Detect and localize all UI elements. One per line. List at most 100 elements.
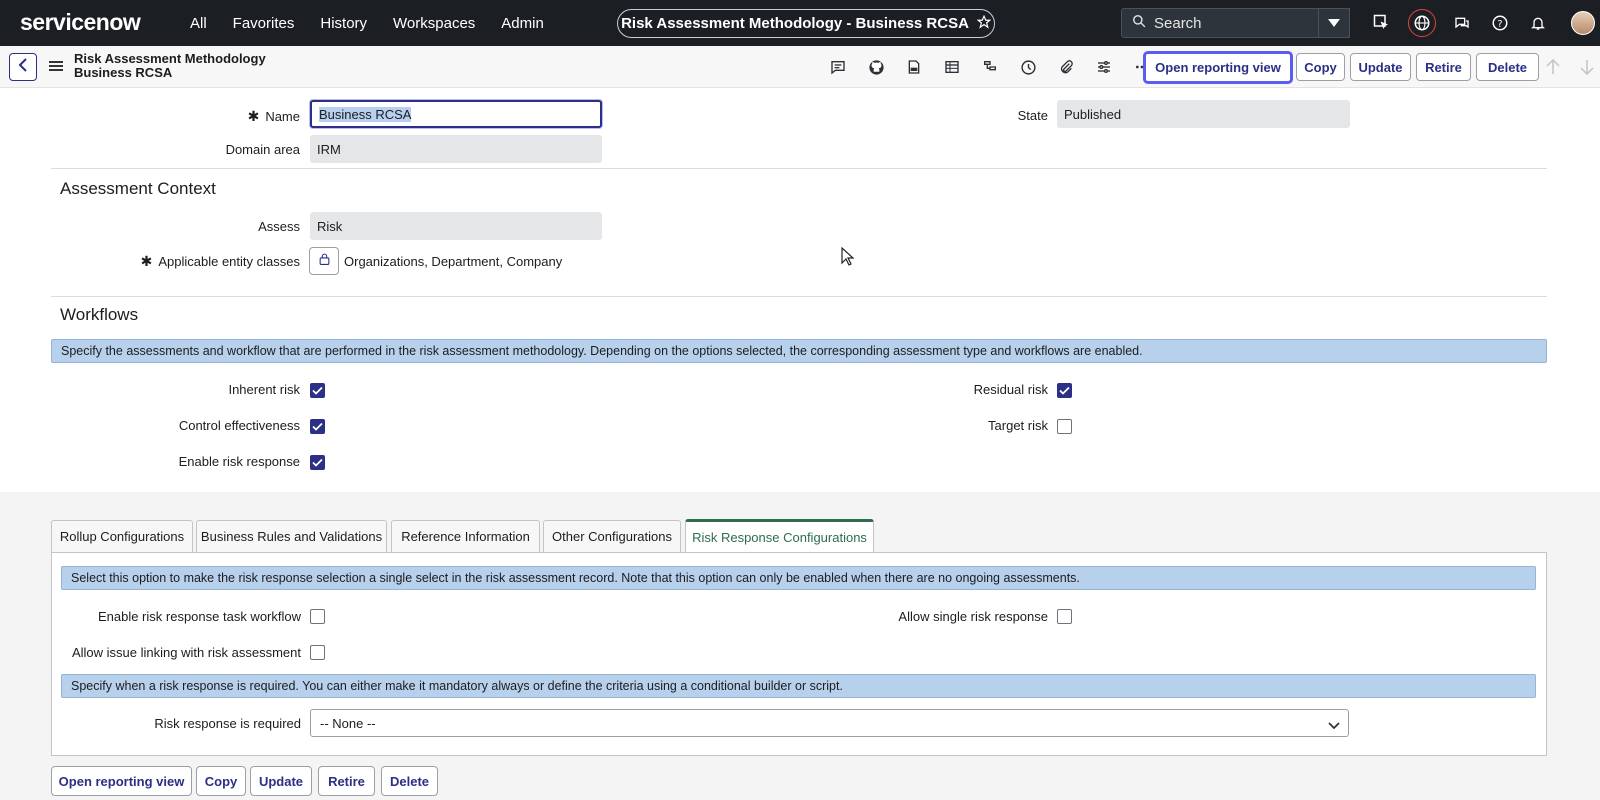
- risk-response-info-message: Select this option to make the risk resp…: [61, 566, 1536, 590]
- nav-links: All Favorites History Workspaces Admin: [190, 0, 544, 46]
- workflows-info-message: Specify the assessments and workflow tha…: [51, 339, 1547, 363]
- form-title: Risk Assessment Methodology Business RCS…: [74, 52, 266, 80]
- bottom-update-button[interactable]: Update: [250, 766, 312, 796]
- hamburger-menu-icon[interactable]: [49, 59, 63, 73]
- update-button[interactable]: Update: [1350, 53, 1411, 81]
- form-toolbar-icons: [826, 46, 1154, 88]
- name-label: ✱ Name: [247, 108, 300, 124]
- state-label: State: [1017, 108, 1048, 123]
- enable-risk-response-checkbox[interactable]: [310, 455, 325, 470]
- arrow-down-icon[interactable]: [1580, 59, 1596, 76]
- chevron-left-icon: [18, 57, 28, 77]
- inherent-risk-label: Inherent risk: [228, 382, 300, 397]
- chevron-down-icon: [1328, 718, 1340, 733]
- search-placeholder: Search: [1154, 14, 1202, 32]
- residual-risk-label: Residual risk: [973, 382, 1048, 397]
- risk-response-required-label: Risk response is required: [154, 716, 301, 731]
- nav-icons: ?: [1370, 0, 1550, 46]
- enable-task-workflow-checkbox[interactable]: [310, 609, 325, 624]
- name-value: Business RCSA: [319, 106, 412, 122]
- workflows-title: Workflows: [60, 305, 139, 324]
- star-icon[interactable]: [976, 14, 992, 33]
- document-icon[interactable]: [902, 55, 926, 79]
- assess-field: Risk: [310, 212, 602, 240]
- checkmark-icon: [312, 454, 323, 472]
- tab-reference-information[interactable]: Reference Information: [391, 520, 540, 552]
- control-effectiveness-label: Control effectiveness: [178, 418, 300, 433]
- nav-admin[interactable]: Admin: [501, 15, 544, 32]
- state-field: Published: [1057, 100, 1350, 128]
- copy-button[interactable]: Copy: [1296, 53, 1345, 81]
- lock-icon: [318, 252, 331, 271]
- history-icon[interactable]: [1016, 55, 1040, 79]
- divider: [51, 296, 1547, 297]
- nav-workspaces[interactable]: Workspaces: [393, 15, 475, 32]
- settings-sliders-icon[interactable]: [1092, 55, 1116, 79]
- enable-risk-response-label: Enable risk response: [178, 454, 300, 469]
- workflow-icon[interactable]: [978, 55, 1002, 79]
- attachment-icon[interactable]: [1054, 55, 1078, 79]
- open-reporting-view-button[interactable]: Open reporting view: [1144, 52, 1292, 83]
- nav-history[interactable]: History: [320, 15, 367, 32]
- domain-area-label: Domain area: [225, 142, 300, 157]
- form-title-line2: Business RCSA: [74, 65, 173, 80]
- servicenow-logo[interactable]: servicenow: [20, 9, 141, 36]
- nav-favorites[interactable]: Favorites: [233, 15, 295, 32]
- target-risk-label: Target risk: [988, 418, 1048, 433]
- control-effectiveness-checkbox[interactable]: [310, 419, 325, 434]
- arrow-up-icon[interactable]: [1546, 58, 1562, 75]
- bottom-retire-button[interactable]: Retire: [318, 766, 375, 796]
- bottom-delete-button[interactable]: Delete: [381, 766, 438, 796]
- entity-classes-label: ✱ Applicable entity classes: [140, 253, 300, 269]
- bottom-open-reporting-view-button[interactable]: Open reporting view: [51, 766, 192, 796]
- pointer-select-icon[interactable]: [1370, 11, 1394, 35]
- tab-rollup-configurations[interactable]: Rollup Configurations: [51, 520, 193, 552]
- record-title-pill[interactable]: Risk Assessment Methodology - Business R…: [617, 9, 995, 38]
- globe-icon[interactable]: [1408, 9, 1436, 37]
- caret-down-icon: [1328, 14, 1340, 32]
- assess-label: Assess: [258, 219, 300, 234]
- tab-risk-response-configurations[interactable]: Risk Response Configurations: [685, 519, 874, 552]
- chat-icon[interactable]: [1450, 11, 1474, 35]
- svg-text:?: ?: [1497, 19, 1502, 30]
- allow-single-response-checkbox[interactable]: [1057, 609, 1072, 624]
- enable-task-workflow-label: Enable risk response task workflow: [97, 609, 301, 624]
- allow-issue-linking-checkbox[interactable]: [310, 645, 325, 660]
- comment-icon[interactable]: [826, 55, 850, 79]
- risk-response-required-info: Specify when a risk response is required…: [61, 674, 1536, 698]
- risk-response-required-select[interactable]: -- None --: [310, 709, 1349, 737]
- search-scope-dropdown[interactable]: [1318, 8, 1350, 38]
- global-search[interactable]: Search: [1121, 8, 1350, 38]
- user-avatar[interactable]: [1571, 11, 1595, 35]
- target-risk-checkbox[interactable]: [1057, 419, 1072, 434]
- top-nav: servicenow All Favorites History Workspa…: [0, 0, 1600, 46]
- residual-risk-checkbox[interactable]: [1057, 383, 1072, 398]
- retire-button[interactable]: Retire: [1416, 53, 1471, 81]
- bell-icon[interactable]: [1526, 11, 1550, 35]
- divider: [51, 168, 1547, 169]
- lock-button[interactable]: [309, 247, 339, 275]
- risk-response-required-value: -- None --: [320, 715, 376, 731]
- back-button[interactable]: [9, 53, 37, 81]
- mouse-cursor-icon: [841, 246, 855, 271]
- inherent-risk-checkbox[interactable]: [310, 383, 325, 398]
- allow-single-response-label: Allow single risk response: [898, 609, 1048, 624]
- domain-area-field: IRM: [310, 135, 602, 163]
- nav-all[interactable]: All: [190, 15, 207, 32]
- github-icon[interactable]: [864, 55, 888, 79]
- checkmark-icon: [1059, 382, 1070, 400]
- form-header: Risk Assessment Methodology Business RCS…: [0, 46, 1600, 88]
- table-icon[interactable]: [940, 55, 964, 79]
- tab-business-rules[interactable]: Business Rules and Validations: [196, 520, 387, 552]
- help-icon[interactable]: ?: [1488, 11, 1512, 35]
- delete-button[interactable]: Delete: [1476, 53, 1539, 81]
- tab-other-configurations[interactable]: Other Configurations: [543, 520, 681, 552]
- allow-issue-linking-label: Allow issue linking with risk assessment: [71, 645, 301, 660]
- record-title: Risk Assessment Methodology - Business R…: [621, 15, 969, 32]
- bottom-copy-button[interactable]: Copy: [196, 766, 246, 796]
- checkmark-icon: [312, 418, 323, 436]
- required-asterisk-icon: ✱: [140, 253, 153, 269]
- name-input[interactable]: Business RCSA: [310, 100, 602, 128]
- search-icon: [1132, 14, 1146, 32]
- assessment-context-title: Assessment Context: [60, 179, 216, 198]
